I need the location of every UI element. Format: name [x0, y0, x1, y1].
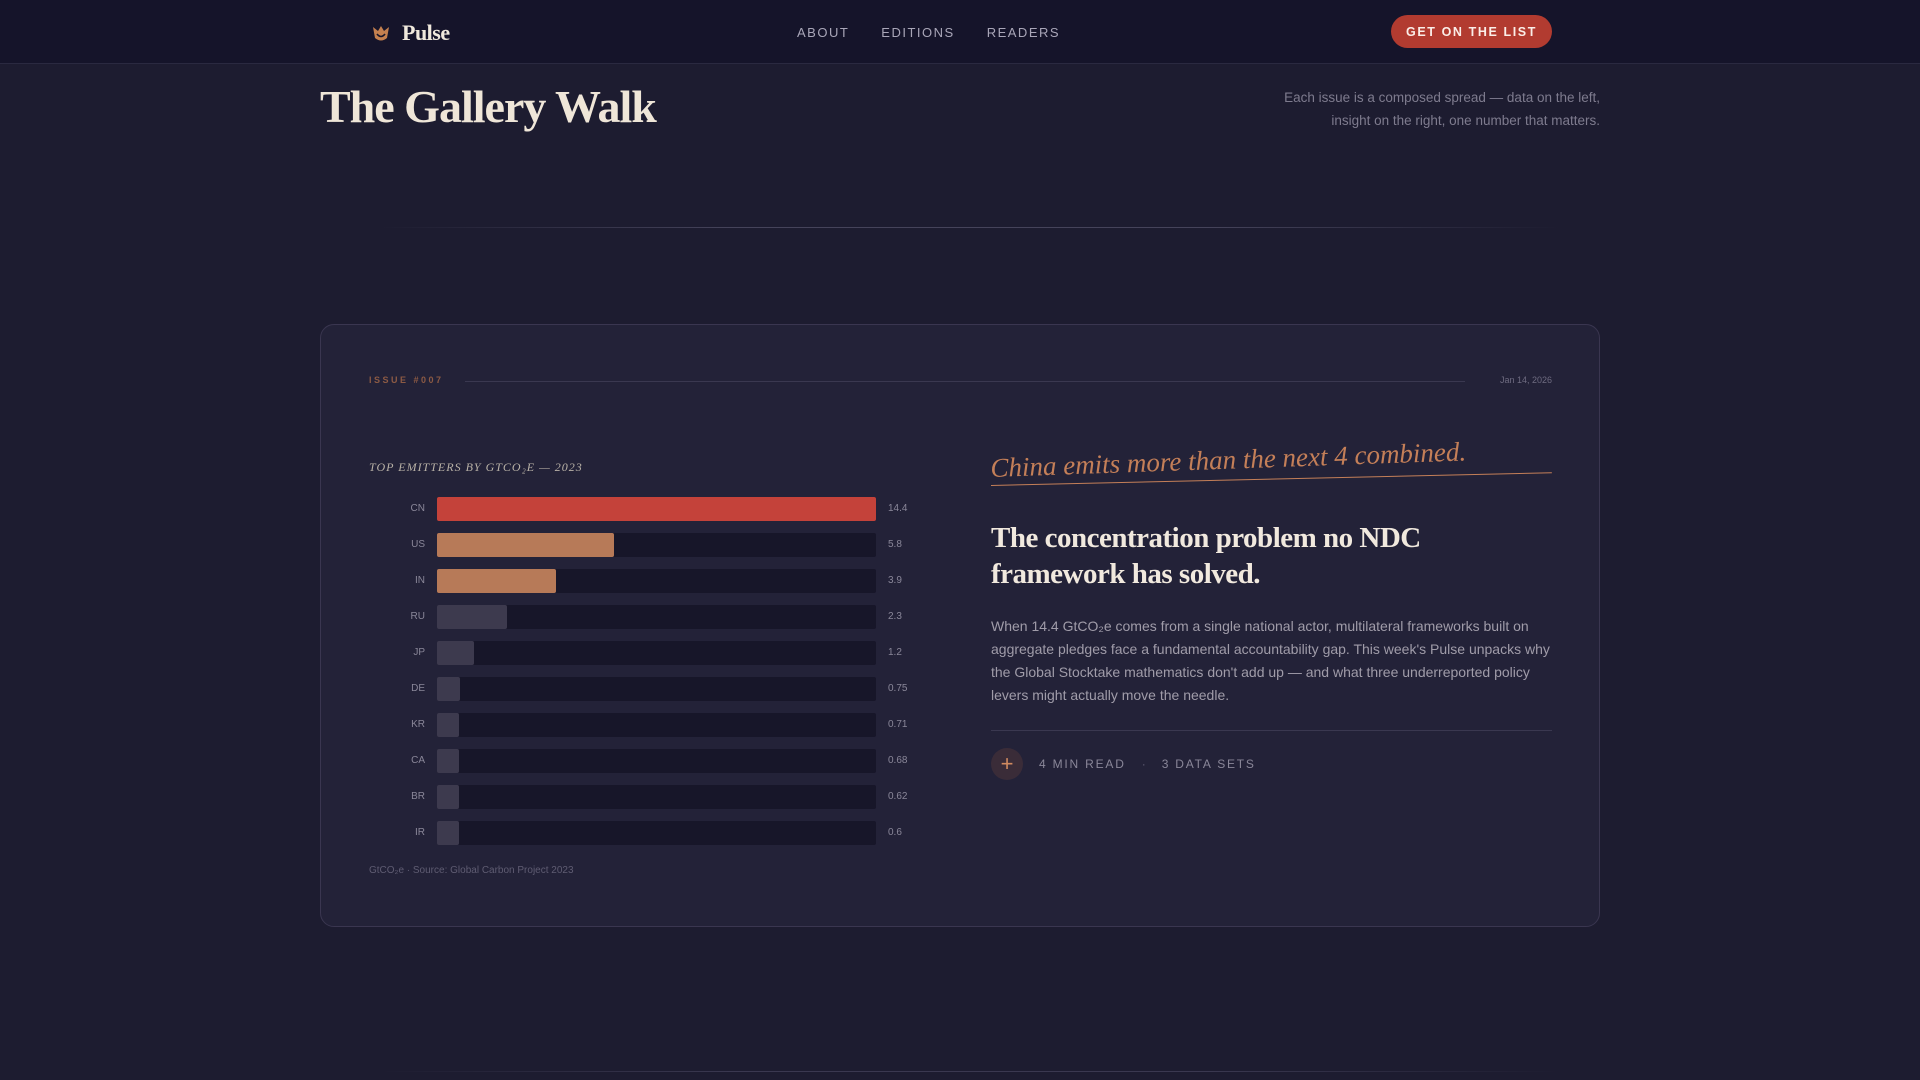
issue-divider: [465, 381, 1465, 382]
bar-category-label: KR: [411, 719, 425, 730]
bar-track: [437, 533, 876, 557]
bar-track: [437, 713, 876, 737]
meta-divider: [991, 730, 1552, 731]
bar-row-kr: KR 0.71: [369, 713, 929, 737]
chart-source: GtCO₂e · Source: Global Carbon Project 2…: [369, 865, 574, 876]
bar-track: [437, 641, 876, 665]
top-nav: Pulse ABOUT EDITIONS READERS GET ON THE …: [0, 0, 1920, 64]
bar-in: [437, 569, 556, 593]
bar-track: [437, 677, 876, 701]
pulse-logo-icon: [373, 26, 389, 41]
expand-plus-icon[interactable]: +: [991, 748, 1023, 780]
bar-value-label: 0.71: [888, 719, 908, 730]
callout-text: China emits more than the next 4 combine…: [989, 436, 1467, 484]
bar-cn: [437, 497, 876, 521]
bar-track: [437, 821, 876, 845]
bar-jp: [437, 641, 474, 665]
bar-value-label: 1.2: [888, 647, 902, 658]
read-time: 4 MIN READ: [1039, 757, 1126, 771]
bar-track: [437, 569, 876, 593]
nav-links: ABOUT EDITIONS READERS: [797, 25, 1060, 40]
divider-bottom: [380, 1071, 1560, 1072]
bar-value-label: 2.3: [888, 611, 902, 622]
bar-ir: [437, 821, 459, 845]
bar-value-label: 3.9: [888, 575, 902, 586]
bar-category-label: DE: [411, 683, 425, 694]
bar-row-de: DE 0.75: [369, 677, 929, 701]
issue-number: ISSUE #007: [369, 375, 444, 385]
bar-br: [437, 785, 459, 809]
issue-date: Jan 14, 2026: [1499, 375, 1552, 385]
bar-row-br: BR 0.62: [369, 785, 929, 809]
bar-track: [437, 785, 876, 809]
bar-value-label: 5.8: [888, 539, 902, 550]
bar-category-label: IR: [415, 827, 425, 838]
meta-separator: ·: [1141, 757, 1146, 771]
issue-meta: + 4 MIN READ · 3 DATA SETS: [991, 748, 1256, 780]
bar-de: [437, 677, 460, 701]
page-description: Each issue is a composed spread — data o…: [1284, 90, 1600, 128]
nav-link-editions[interactable]: EDITIONS: [881, 25, 954, 40]
brand-logo[interactable]: Pulse: [370, 20, 450, 46]
bar-value-label: 0.75: [888, 683, 908, 694]
divider: [380, 227, 1560, 228]
bar-ru: [437, 605, 508, 629]
issue-card: ISSUE #007 Jan 14, 2026 TOP EMITTERS BY …: [320, 324, 1600, 927]
bar-track: [437, 497, 876, 521]
bar-row-ir: IR 0.6: [369, 821, 929, 845]
nav-link-about[interactable]: ABOUT: [797, 25, 849, 40]
chart-title: TOP EMITTERS BY GTCO₂E — 2023: [369, 460, 583, 474]
issue-body: When 14.4 GtCO₂e comes from a single nat…: [991, 618, 1550, 703]
bar-category-label: JP: [413, 647, 425, 658]
bar-row-ru: RU 2.3: [369, 605, 929, 629]
bar-ca: [437, 749, 459, 773]
bar-kr: [437, 713, 459, 737]
bar-track: [437, 749, 876, 773]
bar-value-label: 0.68: [888, 755, 908, 766]
bar-category-label: CN: [410, 503, 425, 514]
emitters-bar-chart: CN 14.4 US 5.8 IN 3.9 RU 2.3 JP 1.2 DE 0.75 KR 0.71 CA…: [369, 497, 929, 867]
nav-link-readers[interactable]: READERS: [987, 25, 1060, 40]
bar-category-label: IN: [415, 575, 425, 586]
bar-row-cn: CN 14.4: [369, 497, 929, 521]
bar-row-jp: JP 1.2: [369, 641, 929, 665]
bar-row-ca: CA 0.68: [369, 749, 929, 773]
bar-category-label: BR: [411, 791, 425, 802]
bar-us: [437, 533, 614, 557]
issue-headline: The concentration problem no NDC framewo…: [991, 522, 1421, 590]
brand-name: Pulse: [402, 20, 450, 45]
page-title: The Gallery Walk: [320, 81, 657, 132]
issue-header: ISSUE #007 Jan 14, 2026: [369, 375, 1552, 389]
bar-value-label: 0.6: [888, 827, 902, 838]
bar-value-label: 14.4: [888, 503, 908, 514]
data-sets-count: 3 DATA SETS: [1161, 757, 1256, 771]
bar-row-in: IN 3.9: [369, 569, 929, 593]
bar-category-label: US: [411, 539, 425, 550]
get-on-list-button[interactable]: GET ON THE LIST: [1391, 15, 1552, 48]
bar-category-label: RU: [410, 611, 425, 622]
bar-value-label: 0.62: [888, 791, 908, 802]
bar-row-us: US 5.8: [369, 533, 929, 557]
bar-category-label: CA: [411, 755, 425, 766]
bar-track: [437, 605, 876, 629]
